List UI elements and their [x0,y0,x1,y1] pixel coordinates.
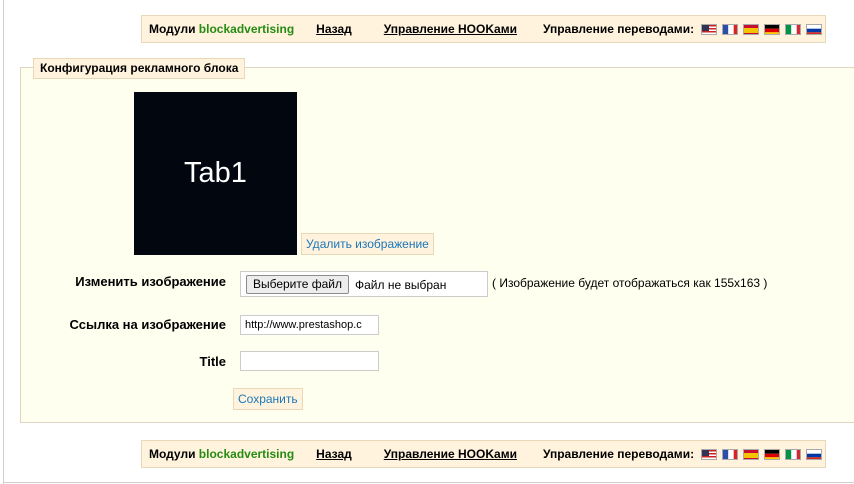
ad-image-preview: Tab1 [134,92,297,255]
save-button[interactable]: Сохранить [233,388,303,410]
image-link-input[interactable]: http://www.prestashop.c [240,315,379,335]
module-name: blockadvertising [198,22,295,36]
back-link[interactable]: Назад [316,447,352,461]
flag-es-icon[interactable] [743,23,760,35]
flag-it-icon[interactable] [785,448,802,460]
image-size-hint: ( Изображение будет отображаться как 155… [492,276,768,290]
flag-fr-icon[interactable] [722,448,739,460]
ad-image-text: Tab1 [184,157,247,189]
module-toolbar-top: Модули blockadvertising Назад Управление… [141,15,826,43]
manage-translations-label: Управление переводами: [542,22,695,36]
change-image-label: Изменить изображение [75,274,226,289]
title-input[interactable] [240,351,379,371]
bottom-border-line [3,482,854,483]
fieldset-legend: Конфигурация рекламного блока [33,58,246,79]
module-title: Модули blockadvertising [149,447,294,461]
manage-hooks-link[interactable]: Управление HOOKами [384,447,517,461]
back-link[interactable]: Назад [316,22,352,36]
modules-prefix: Модули [149,447,196,461]
manage-hooks-link[interactable]: Управление HOOKами [384,22,517,36]
module-toolbar-bottom: Модули blockadvertising Назад Управление… [141,440,826,468]
title-label: Title [199,354,227,369]
flag-en-icon[interactable] [701,448,718,460]
flag-it-icon[interactable] [785,23,802,35]
file-input[interactable]: Выберите файл Файл не выбран [240,271,488,297]
flag-ru-icon[interactable] [806,448,823,460]
language-flags [701,448,827,460]
choose-file-button[interactable]: Выберите файл [246,275,349,294]
module-title: Модули blockadvertising [149,22,294,36]
flag-ru-icon[interactable] [806,23,823,35]
modules-prefix: Модули [149,22,196,36]
left-border-line [3,0,4,484]
image-link-label: Ссылка на изображение [69,317,226,332]
language-flags [701,23,827,35]
module-name: blockadvertising [198,447,295,461]
flag-en-icon[interactable] [701,23,718,35]
file-status-text: Файл не выбран [355,278,447,292]
manage-translations-label: Управление переводами: [542,447,695,461]
flag-de-icon[interactable] [764,23,781,35]
delete-image-button[interactable]: Удалить изображение [301,233,434,255]
flag-es-icon[interactable] [743,448,760,460]
flag-de-icon[interactable] [764,448,781,460]
flag-fr-icon[interactable] [722,23,739,35]
